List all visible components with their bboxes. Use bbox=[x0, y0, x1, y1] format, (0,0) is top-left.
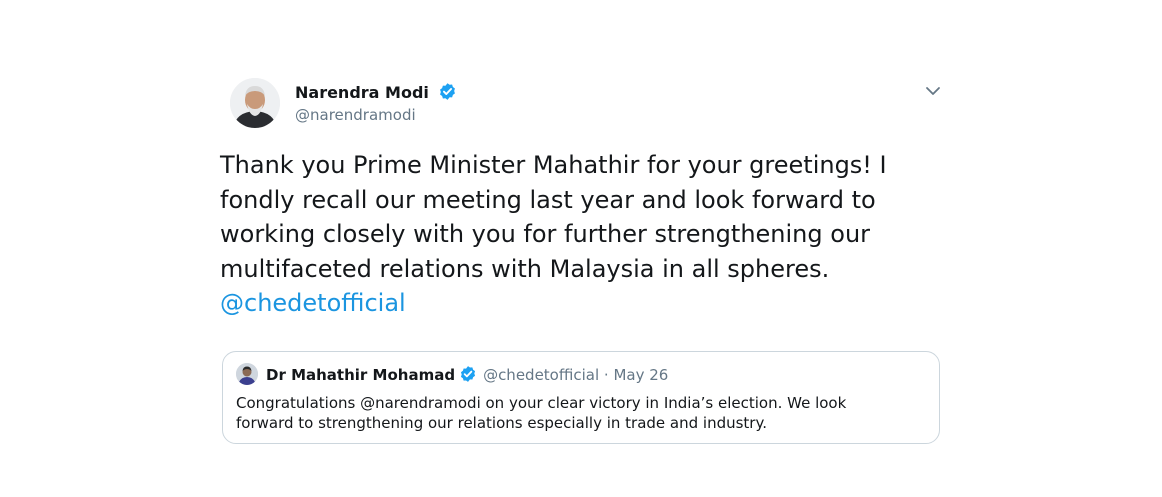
quoted-tweet[interactable]: Dr Mahathir Mohamad @chedetofficial · Ma… bbox=[222, 351, 940, 444]
quoted-tweet-header: Dr Mahathir Mohamad @chedetofficial · Ma… bbox=[266, 365, 668, 384]
quoted-tweet-date[interactable]: May 26 bbox=[613, 366, 668, 384]
author-avatar[interactable] bbox=[230, 78, 280, 128]
tweet-text-line: multifaceted relations with Malaysia in … bbox=[220, 254, 830, 283]
tweet-text: Thank you Prime Minister Mahathir for yo… bbox=[220, 148, 946, 321]
quoted-avatar-image bbox=[236, 363, 258, 385]
tweet-text-line: working closely with you for further str… bbox=[220, 220, 871, 248]
author-name-row[interactable]: Narendra Modi bbox=[295, 82, 457, 102]
verified-badge-icon bbox=[461, 366, 476, 382]
tweet-text-line: fondly recall our meeting last year and … bbox=[220, 185, 876, 214]
quoted-author-handle[interactable]: @chedetofficial bbox=[483, 366, 599, 384]
verified-badge-icon bbox=[440, 83, 456, 100]
quoted-tweet-text: Congratulations @narendramodi on your cl… bbox=[236, 393, 926, 433]
chevron-down-icon[interactable] bbox=[924, 84, 942, 98]
quoted-text-line: Congratulations @narendramodi on your cl… bbox=[236, 394, 847, 412]
mention-link[interactable]: @chedetofficial bbox=[220, 286, 946, 321]
quoted-author-avatar[interactable] bbox=[236, 363, 258, 385]
author-handle[interactable]: @narendramodi bbox=[295, 106, 416, 124]
quoted-text-line: forward to strengthening our relations e… bbox=[236, 414, 767, 432]
quoted-author-name[interactable]: Dr Mahathir Mohamad bbox=[266, 366, 455, 384]
separator-dot: · bbox=[603, 366, 609, 384]
author-avatar-image bbox=[230, 78, 280, 128]
author-name[interactable]: Narendra Modi bbox=[295, 83, 429, 102]
tweet-text-line: Thank you Prime Minister Mahathir for yo… bbox=[220, 151, 887, 179]
